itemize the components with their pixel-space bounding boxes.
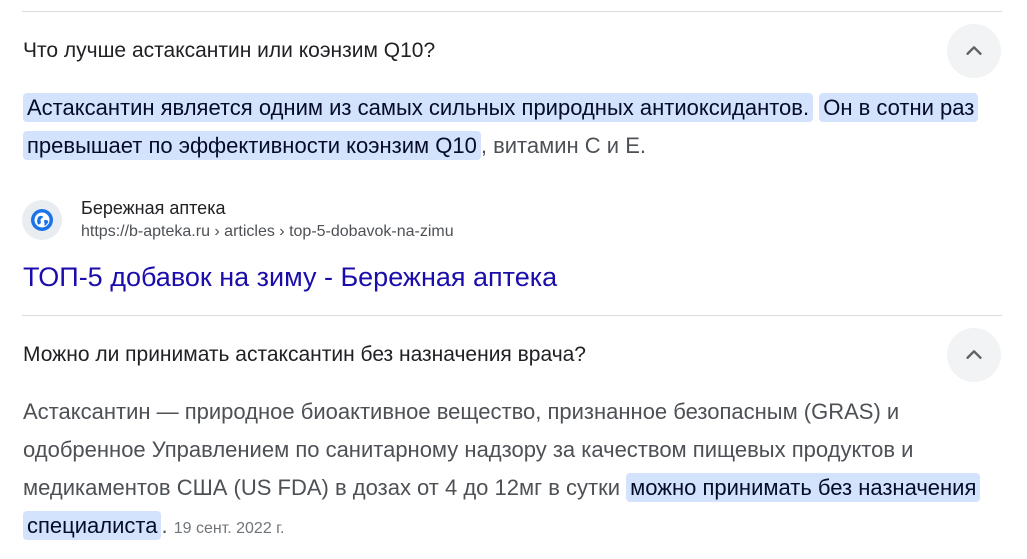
answer-text: . (161, 513, 174, 538)
source-info[interactable]: Бережная аптека https://b-apteka.ru › ar… (22, 198, 454, 243)
answer-date: 19 сент. 2022 г. (173, 520, 285, 537)
faq-question-1[interactable]: Что лучше астаксантин или коэнзим Q10? (23, 37, 435, 65)
faq-panel: Что лучше астаксантин или коэнзим Q10? А… (0, 0, 1027, 559)
answer-text: , витамин С и Е. (480, 133, 646, 158)
source-url: https://b-apteka.ru › articles › top-5-d… (81, 223, 454, 240)
faq-question-2[interactable]: Можно ли принимать астаксантин без назна… (23, 341, 586, 369)
faq-toggle-button-1[interactable] (947, 24, 1001, 78)
answer-highlight: Астаксантин является одним из самых силь… (23, 93, 814, 122)
faq-answer-2: Астаксантин — природное биоактивное веще… (23, 393, 993, 548)
faq-divider (22, 315, 1002, 316)
faq-answer-1: Астаксантин является одним из самых силь… (23, 89, 993, 165)
chevron-up-icon (963, 40, 985, 62)
globe-icon (22, 200, 62, 240)
chevron-up-icon (963, 344, 985, 366)
faq-toggle-button-2[interactable] (947, 328, 1001, 382)
source-site-name: Бережная аптека (81, 198, 226, 218)
result-title-link[interactable]: ТОП-5 добавок на зиму - Бережная аптека (23, 259, 557, 295)
top-divider (22, 11, 1002, 12)
